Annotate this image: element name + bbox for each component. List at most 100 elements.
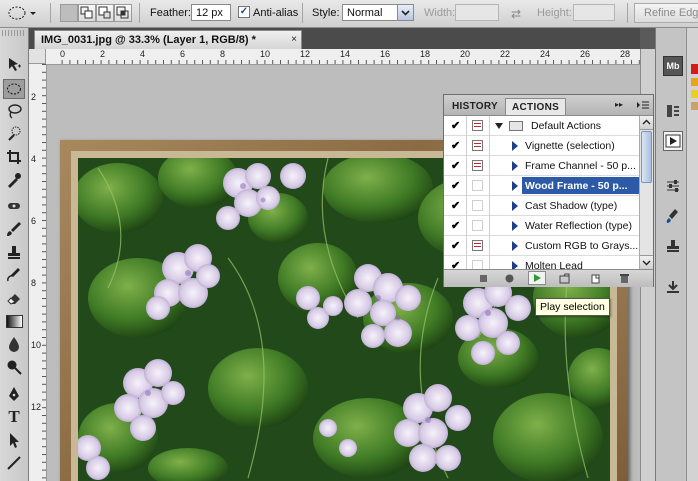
swatch-tan[interactable] xyxy=(691,102,698,110)
ruler-tick-label: 18 xyxy=(420,49,431,59)
new-selection-button[interactable] xyxy=(60,4,78,22)
dialog-toggle-icon[interactable] xyxy=(472,220,483,231)
gradient-tool-icon[interactable] xyxy=(3,311,25,331)
toggle-check-icon[interactable]: ✔ xyxy=(451,141,461,152)
ruler-origin[interactable] xyxy=(29,49,46,64)
blur-tool-icon[interactable] xyxy=(3,334,25,354)
toggle-check-icon[interactable]: ✔ xyxy=(451,221,461,232)
feather-input[interactable]: 12 px xyxy=(191,4,231,21)
expand-triangle-icon[interactable] xyxy=(512,241,518,251)
scroll-thumb[interactable] xyxy=(641,131,652,183)
toolbar-grip[interactable] xyxy=(2,30,26,36)
expand-triangle-icon[interactable] xyxy=(512,201,518,211)
dialog-toggle-icon[interactable] xyxy=(472,120,483,131)
toggle-check-icon[interactable]: ✔ xyxy=(451,181,461,192)
intersect-selection-button[interactable] xyxy=(114,4,132,22)
ruler-tick-label: 0 xyxy=(60,49,66,59)
move-tool-icon[interactable] xyxy=(3,54,25,74)
action-row[interactable]: ✔ Wood Frame - 50 p... xyxy=(444,176,639,196)
trash-icon[interactable] xyxy=(619,273,630,284)
scroll-up-arrow-icon[interactable] xyxy=(640,116,653,130)
adjustments-panel-icon[interactable] xyxy=(663,176,683,196)
expand-triangle-icon[interactable] xyxy=(512,141,518,151)
close-icon[interactable]: × xyxy=(289,35,299,45)
brush-presets-icon[interactable] xyxy=(663,206,683,226)
action-row[interactable]: ✔ Cast Shadow (type) xyxy=(444,196,639,216)
dialog-toggle-icon[interactable] xyxy=(472,260,483,269)
ruler-tick-label: 12 xyxy=(31,402,42,412)
anti-alias-checkbox[interactable]: ✓ xyxy=(238,6,250,18)
expand-triangle-icon[interactable] xyxy=(512,161,518,171)
ruler-tick-label: 2 xyxy=(100,49,106,59)
toggle-check-icon[interactable]: ✔ xyxy=(451,121,461,132)
swatch-orange[interactable] xyxy=(691,78,698,86)
action-set-label: Default Actions xyxy=(531,120,602,132)
add-to-selection-button[interactable] xyxy=(78,4,96,22)
expand-triangle-icon[interactable] xyxy=(512,181,518,191)
collapse-panel-icon[interactable]: ▸▸ xyxy=(615,100,623,109)
action-row[interactable]: ✔ Frame Channel - 50 p... xyxy=(444,156,639,176)
document-tab[interactable]: IMG_0031.jpg @ 33.3% (Layer 1, RGB/8) * … xyxy=(34,30,302,49)
toggle-check-icon[interactable]: ✔ xyxy=(451,241,461,252)
play-selection-button[interactable] xyxy=(528,271,546,285)
toggle-check-icon[interactable]: ✔ xyxy=(451,201,461,212)
brush-tool-icon[interactable] xyxy=(3,219,25,239)
action-row[interactable]: ✔ Custom RGB to Grays... xyxy=(444,236,639,256)
actions-scrollbar[interactable] xyxy=(639,116,653,269)
new-set-button[interactable] xyxy=(559,273,570,284)
expand-triangle-icon[interactable] xyxy=(512,221,518,231)
healing-brush-tool-icon[interactable] xyxy=(3,196,25,216)
history-panel-icon[interactable] xyxy=(663,101,683,121)
expand-triangle-icon[interactable] xyxy=(495,123,503,129)
lasso-tool-icon[interactable] xyxy=(3,101,25,121)
scroll-down-arrow-icon[interactable] xyxy=(640,255,653,269)
action-set-row[interactable]: ✔ Default Actions xyxy=(444,116,639,136)
stop-button[interactable] xyxy=(478,273,489,284)
expand-triangle-icon[interactable] xyxy=(512,261,518,269)
height-label: Height: xyxy=(537,7,572,19)
new-action-button[interactable] xyxy=(590,273,601,284)
dialog-toggle-icon[interactable] xyxy=(472,200,483,211)
height-input xyxy=(573,4,615,21)
line-shape-tool-icon[interactable] xyxy=(3,453,25,473)
clone-stamp-tool-icon[interactable] xyxy=(3,242,25,262)
style-select[interactable]: Normal xyxy=(342,4,414,21)
horizontal-ruler[interactable]: 0 2 4 6 8 10 12 14 16 18 20 22 24 26 28 xyxy=(46,49,640,65)
ruler-tick-label: 4 xyxy=(140,49,146,59)
swatch-yellow[interactable] xyxy=(691,90,698,98)
eraser-tool-icon[interactable] xyxy=(3,288,25,308)
panel-menu-icon[interactable] xyxy=(636,100,650,110)
eyedropper-tool-icon[interactable] xyxy=(3,170,25,190)
dodge-tool-icon[interactable] xyxy=(3,357,25,377)
type-tool-icon[interactable]: T xyxy=(3,407,25,427)
elliptical-marquee-tool-icon[interactable] xyxy=(3,79,25,99)
swatch-red[interactable] xyxy=(691,64,698,74)
pen-tool-icon[interactable] xyxy=(3,384,25,404)
record-button[interactable] xyxy=(504,273,515,284)
actions-panel-icon[interactable] xyxy=(663,131,683,151)
actions-list[interactable]: ✔ Default Actions ✔ Vignette (selection) ✔… xyxy=(444,116,639,269)
elliptical-marquee-preset-icon[interactable] xyxy=(6,4,36,22)
vertical-ruler[interactable]: 2 4 6 8 10 12 xyxy=(29,64,47,481)
crop-tool-icon[interactable] xyxy=(3,147,25,167)
tab-actions[interactable]: ACTIONS xyxy=(505,98,567,115)
quick-selection-tool-icon[interactable] xyxy=(3,124,25,144)
mini-bridge-icon[interactable]: Mb xyxy=(663,56,683,76)
clone-source-icon[interactable] xyxy=(663,236,683,256)
dialog-toggle-icon[interactable] xyxy=(472,240,483,251)
dialog-toggle-icon[interactable] xyxy=(472,180,483,191)
navigator-panel-icon[interactable] xyxy=(663,277,683,297)
tab-history[interactable]: HISTORY xyxy=(446,98,504,115)
toggle-check-icon[interactable]: ✔ xyxy=(451,161,461,172)
toggle-check-icon[interactable]: ✔ xyxy=(451,261,461,270)
history-brush-tool-icon[interactable] xyxy=(3,265,25,285)
dialog-toggle-icon[interactable] xyxy=(472,160,483,171)
action-row[interactable]: ✔ Vignette (selection) xyxy=(444,136,639,156)
subtract-from-selection-button[interactable] xyxy=(96,4,114,22)
action-row[interactable]: ✔ Water Reflection (type) xyxy=(444,216,639,236)
refine-edge-button[interactable]: Refine Edge... xyxy=(634,3,698,23)
dialog-toggle-icon[interactable] xyxy=(472,140,483,151)
path-selection-tool-icon[interactable] xyxy=(3,430,25,450)
action-row[interactable]: ✔ Molten Lead xyxy=(444,256,639,269)
panel-header[interactable]: HISTORY ACTIONS ▸▸ xyxy=(444,95,653,116)
